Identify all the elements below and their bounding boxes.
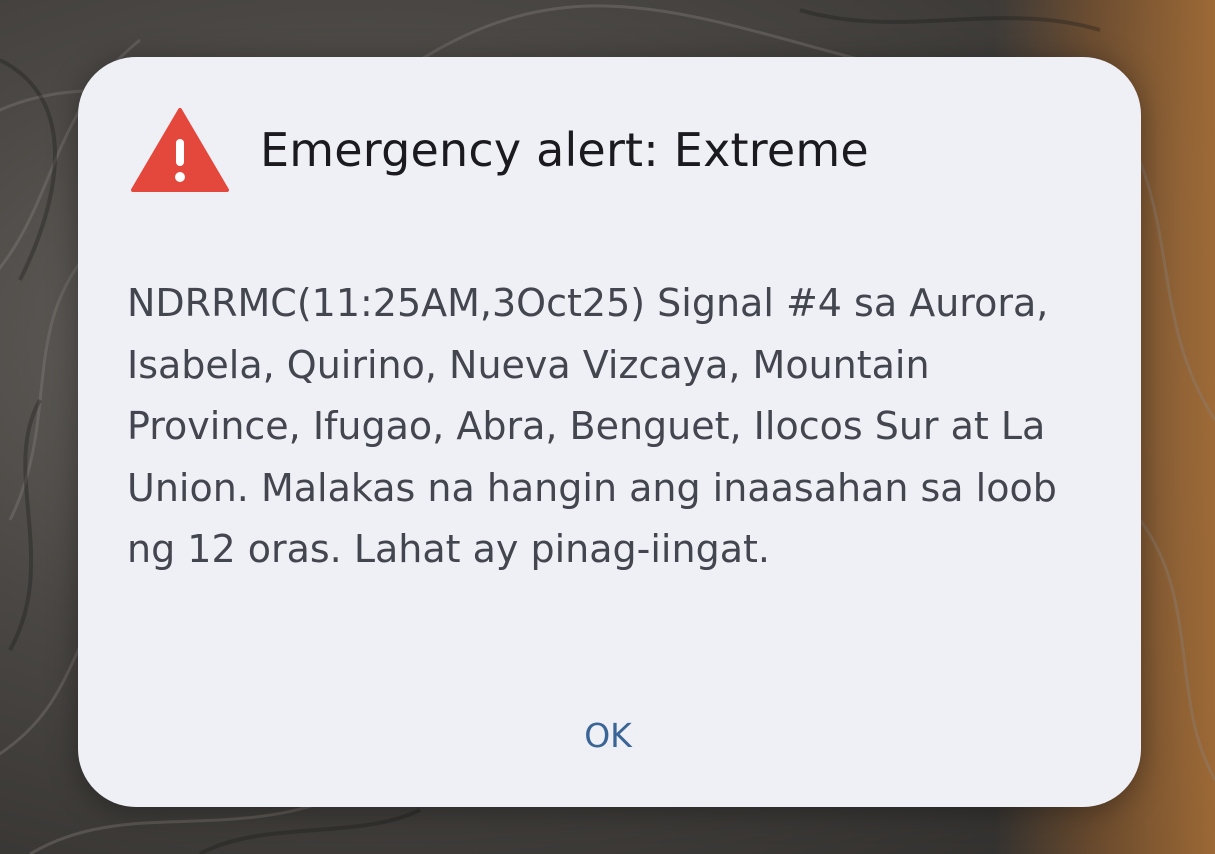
dialog-title: Emergency alert: Extreme (260, 123, 869, 177)
dialog-header: Emergency alert: Extreme (130, 107, 869, 193)
ok-button[interactable]: OK (548, 703, 668, 767)
alert-message: NDRRMC(11:25AM,3Oct25) Signal #4 sa Auro… (127, 281, 1057, 571)
emergency-alert-dialog: Emergency alert: Extreme NDRRMC(11:25AM,… (78, 57, 1141, 807)
warning-triangle-icon (131, 108, 229, 192)
